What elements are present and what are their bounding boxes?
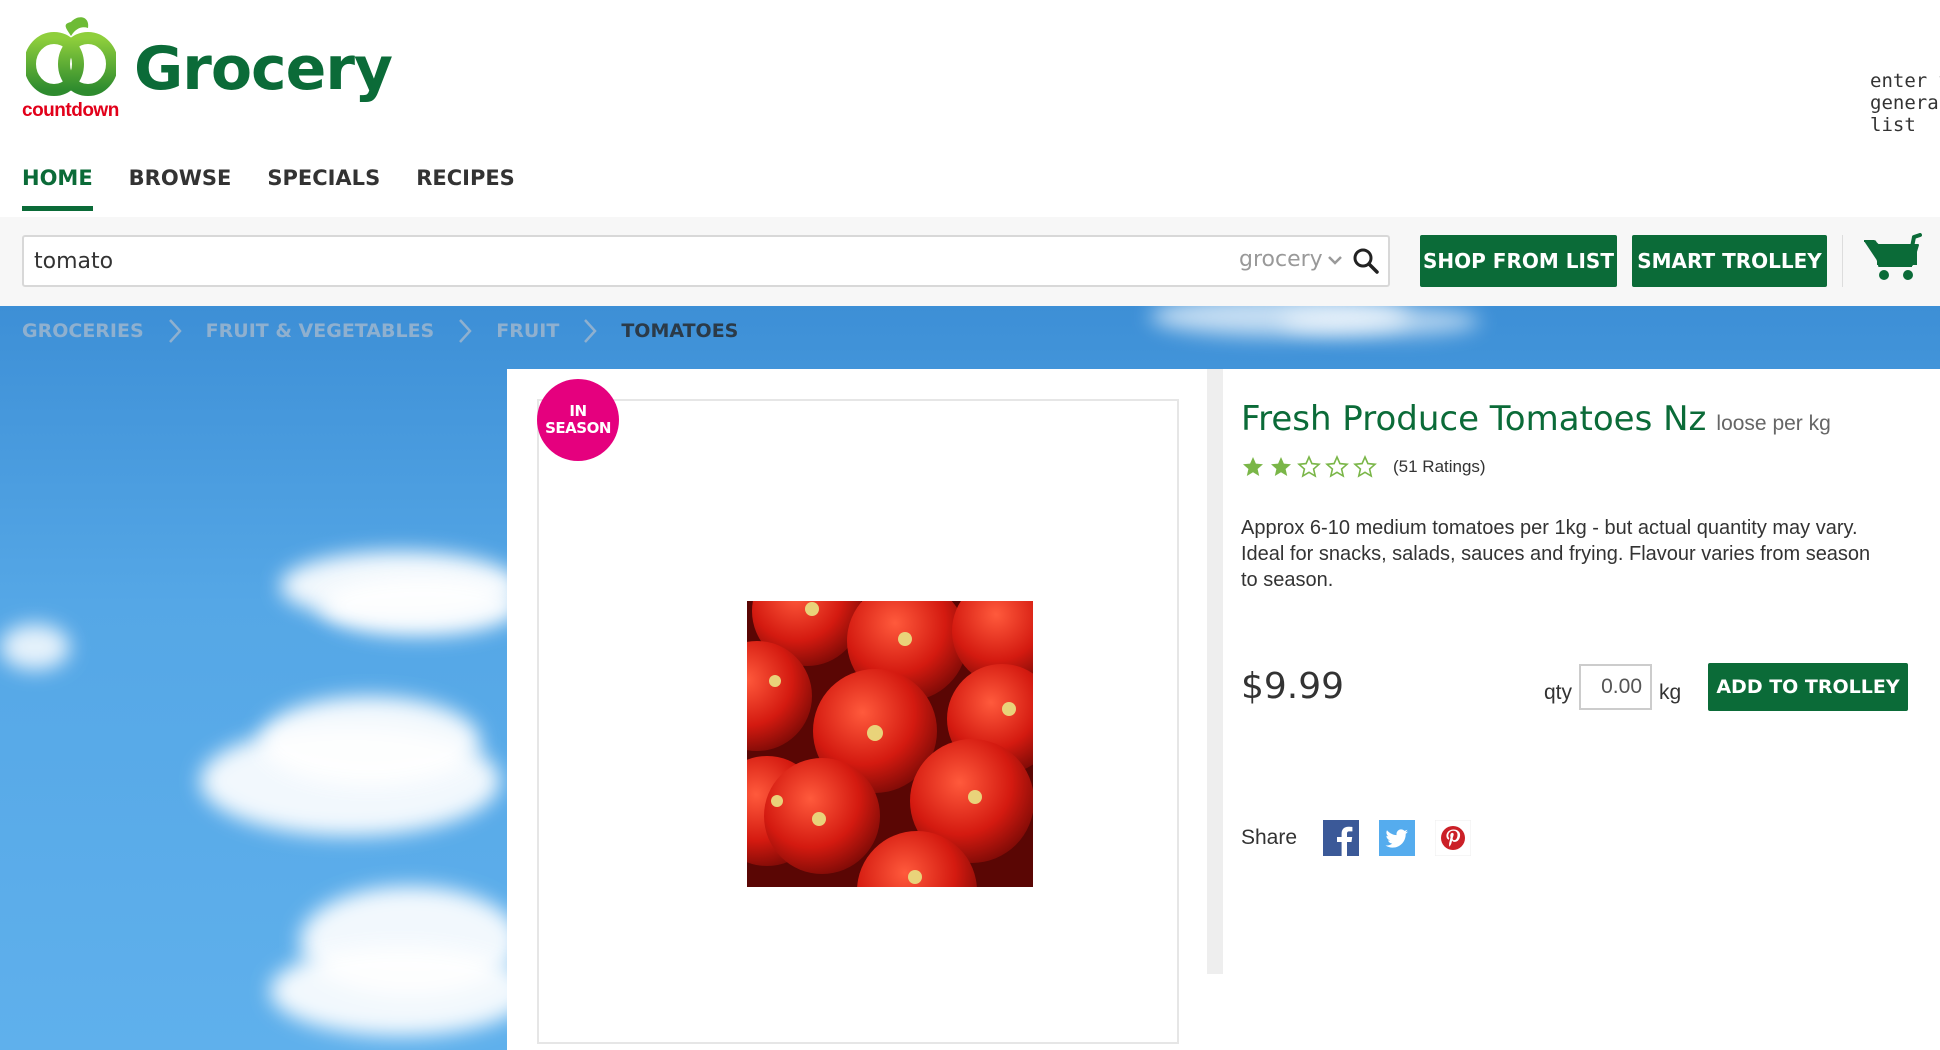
facebook-icon[interactable] xyxy=(1323,820,1360,856)
toolbar-divider xyxy=(1842,235,1843,287)
product-image-frame xyxy=(537,399,1179,1044)
pinterest-icon[interactable] xyxy=(1435,820,1472,856)
product-rating[interactable]: (51 Ratings) xyxy=(1241,455,1931,479)
badge-line: IN xyxy=(569,402,587,420)
breadcrumb-tomatoes: TOMATOES xyxy=(621,320,739,342)
rating-count[interactable]: (51 Ratings) xyxy=(1393,457,1486,477)
product-details: Fresh Produce Tomatoes Nz loose per kg (… xyxy=(1241,399,1931,593)
star-empty-icon xyxy=(1353,455,1377,478)
product-price: $9.99 xyxy=(1241,666,1345,707)
nav-home[interactable]: HOME xyxy=(22,166,93,211)
search-box: grocery xyxy=(22,235,1390,287)
search-icon[interactable] xyxy=(1352,247,1380,275)
breadcrumb-fruit[interactable]: FRUIT xyxy=(496,320,559,342)
countdown-logo[interactable]: countdown Grocery xyxy=(22,14,393,126)
list-hint-text: enter y genera list xyxy=(1870,70,1940,136)
star-filled-icon xyxy=(1243,457,1263,476)
chevron-down-icon xyxy=(1327,255,1342,265)
product-title: Fresh Produce Tomatoes Nz xyxy=(1241,399,1707,439)
list-hint-line: genera xyxy=(1870,92,1939,114)
nav-browse[interactable]: BROWSE xyxy=(129,166,232,211)
nav-specials[interactable]: SPECIALS xyxy=(267,166,380,211)
brand-name: countdown xyxy=(22,100,119,121)
product-unit: loose per kg xyxy=(1716,412,1831,435)
nav-recipes[interactable]: RECIPES xyxy=(416,166,515,211)
list-hint-line: list xyxy=(1870,114,1916,136)
in-season-badge: IN SEASON xyxy=(537,379,619,461)
star-empty-icon xyxy=(1325,455,1349,478)
search-scope-select[interactable]: grocery xyxy=(1239,247,1343,272)
product-panel: IN SEASON Fresh Produce Tomatoes Nz loos… xyxy=(507,369,1940,1050)
qty-input[interactable] xyxy=(1579,664,1652,710)
chevron-right-icon xyxy=(459,319,472,343)
site-header: countdown Grocery enter y genera list HO… xyxy=(0,0,1940,217)
search-toolbar: grocery SHOP FROM LIST SMART TROLLEY xyxy=(0,217,1940,306)
list-hint-line: enter y xyxy=(1870,70,1940,92)
product-image[interactable] xyxy=(747,601,1033,887)
qty-unit: kg xyxy=(1659,681,1682,704)
search-scope-label: grocery xyxy=(1239,247,1323,272)
chevron-right-icon xyxy=(168,319,182,343)
shop-from-list-button[interactable]: SHOP FROM LIST xyxy=(1420,235,1617,287)
qty-label: qty xyxy=(1544,681,1573,704)
panel-separator xyxy=(1207,369,1223,974)
star-filled-icon xyxy=(1271,457,1291,476)
logo-mark-icon xyxy=(26,17,116,96)
badge-line: SEASON xyxy=(545,419,611,437)
product-description: Approx 6-10 medium tomatoes per 1kg - bu… xyxy=(1241,517,1871,591)
product-title-row: Fresh Produce Tomatoes Nz loose per kg xyxy=(1241,399,1931,439)
twitter-icon[interactable] xyxy=(1379,820,1416,856)
breadcrumb-groceries[interactable]: GROCERIES xyxy=(22,320,144,342)
add-to-trolley-button[interactable]: ADD TO TROLLEY xyxy=(1708,663,1908,711)
share-label: Share xyxy=(1241,826,1298,849)
star-empty-icon xyxy=(1297,455,1321,478)
chevron-right-icon xyxy=(584,319,598,343)
breadcrumb: GROCERIES FRUIT & VEGETABLES FRUIT TOMAT… xyxy=(22,318,738,344)
breadcrumb-fruit-vegetables[interactable]: FRUIT & VEGETABLES xyxy=(206,320,435,342)
main-nav: HOME BROWSE SPECIALS RECIPES xyxy=(22,166,515,211)
search-input[interactable] xyxy=(34,245,1134,277)
site-title: Grocery xyxy=(134,34,393,104)
smart-trolley-button[interactable]: SMART TROLLEY xyxy=(1632,235,1827,287)
share-row: Share xyxy=(1241,820,1491,856)
trolley-icon[interactable] xyxy=(1862,233,1922,283)
